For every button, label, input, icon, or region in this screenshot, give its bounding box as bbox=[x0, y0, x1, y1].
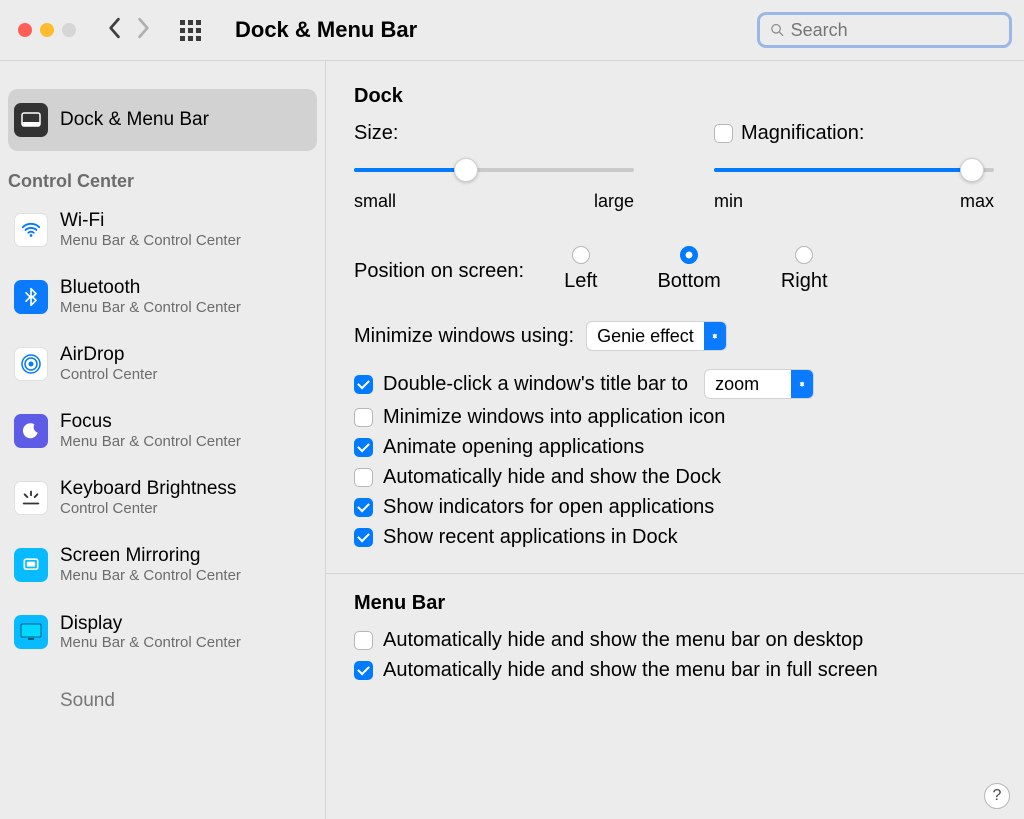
auto-hide-dock-checkbox[interactable] bbox=[354, 468, 373, 487]
all-preferences-grid-button[interactable] bbox=[180, 20, 201, 41]
sidebar-item-keyboard-brightness[interactable]: Keyboard BrightnessControl Center bbox=[0, 464, 325, 531]
sidebar-item-label: Sound bbox=[60, 690, 115, 712]
auto-hide-menubar-desktop-label: Automatically hide and show the menu bar… bbox=[383, 629, 863, 652]
minimize-effect-select[interactable]: Genie effect ▲▼ bbox=[586, 321, 727, 351]
doubleclick-action-select[interactable]: zoom ▲▼ bbox=[704, 369, 814, 399]
doubleclick-label: Double-click a window's title bar to bbox=[383, 373, 688, 396]
position-label: Position on screen: bbox=[354, 246, 524, 283]
airdrop-icon bbox=[14, 347, 48, 381]
size-slider[interactable] bbox=[354, 159, 634, 181]
sidebar-item-airdrop[interactable]: AirDropControl Center bbox=[0, 330, 325, 397]
search-field[interactable] bbox=[757, 12, 1012, 48]
sidebar-item-label: Focus bbox=[60, 411, 241, 433]
minimize-window-button[interactable] bbox=[40, 23, 54, 37]
animate-opening-label: Animate opening applications bbox=[383, 436, 644, 459]
size-max-label: large bbox=[594, 191, 634, 212]
select-arrows-icon: ▲▼ bbox=[791, 370, 813, 398]
magnification-slider[interactable] bbox=[714, 159, 994, 181]
back-button[interactable] bbox=[104, 15, 124, 46]
sidebar-item-dock-menubar[interactable]: Dock & Menu Bar bbox=[8, 89, 317, 151]
sidebar-item-display[interactable]: DisplayMenu Bar & Control Center bbox=[0, 599, 325, 666]
auto-hide-menubar-fullscreen-checkbox[interactable] bbox=[354, 661, 373, 680]
sidebar-item-sublabel: Menu Bar & Control Center bbox=[60, 634, 241, 651]
window-controls bbox=[18, 23, 76, 37]
auto-hide-menubar-desktop-checkbox[interactable] bbox=[354, 631, 373, 650]
keyboard-brightness-icon bbox=[14, 481, 48, 515]
forward-button[interactable] bbox=[134, 15, 154, 46]
sidebar-item-label: Display bbox=[60, 613, 241, 635]
doubleclick-checkbox[interactable] bbox=[354, 375, 373, 394]
size-min-label: small bbox=[354, 191, 396, 212]
sidebar-item-sublabel: Control Center bbox=[60, 500, 236, 517]
search-icon bbox=[770, 22, 785, 38]
position-right-radio[interactable] bbox=[795, 246, 813, 264]
size-label: Size: bbox=[354, 122, 634, 145]
sidebar-item-label: Wi-Fi bbox=[60, 210, 241, 232]
auto-hide-menubar-fullscreen-label: Automatically hide and show the menu bar… bbox=[383, 659, 878, 682]
show-recent-label: Show recent applications in Dock bbox=[383, 526, 678, 549]
close-window-button[interactable] bbox=[18, 23, 32, 37]
display-icon bbox=[14, 615, 48, 649]
help-button[interactable]: ? bbox=[984, 783, 1010, 809]
position-left-label: Left bbox=[564, 270, 597, 293]
chevron-right-icon bbox=[137, 17, 151, 39]
focus-icon bbox=[14, 414, 48, 448]
position-left-radio[interactable] bbox=[572, 246, 590, 264]
window-title: Dock & Menu Bar bbox=[235, 17, 417, 43]
show-recent-checkbox[interactable] bbox=[354, 528, 373, 547]
sidebar-section-header: Control Center bbox=[0, 151, 325, 196]
show-indicators-label: Show indicators for open applications bbox=[383, 496, 714, 519]
minimize-effect-value: Genie effect bbox=[597, 326, 694, 347]
position-bottom-radio[interactable] bbox=[680, 246, 698, 264]
sidebar-item-sublabel: Control Center bbox=[60, 366, 158, 383]
sidebar-item-screen-mirroring[interactable]: Screen MirroringMenu Bar & Control Cente… bbox=[0, 531, 325, 598]
help-label: ? bbox=[993, 787, 1002, 805]
wifi-icon bbox=[14, 213, 48, 247]
sidebar-item-label: Dock & Menu Bar bbox=[60, 109, 209, 131]
mag-max-label: max bbox=[960, 191, 994, 212]
menubar-section-title: Menu Bar bbox=[354, 592, 994, 615]
screen-mirroring-icon bbox=[14, 548, 48, 582]
sidebar-item-wifi[interactable]: Wi-FiMenu Bar & Control Center bbox=[0, 196, 325, 263]
show-indicators-checkbox[interactable] bbox=[354, 498, 373, 517]
select-arrows-icon: ▲▼ bbox=[704, 322, 726, 350]
bluetooth-icon bbox=[14, 280, 48, 314]
window-toolbar: Dock & Menu Bar bbox=[0, 0, 1024, 61]
content-pane: Dock Size: small large bbox=[326, 61, 1024, 689]
doubleclick-action-value: zoom bbox=[715, 374, 781, 395]
chevron-left-icon bbox=[107, 17, 121, 39]
position-bottom-label: Bottom bbox=[657, 270, 720, 293]
minimize-into-icon-checkbox[interactable] bbox=[354, 408, 373, 427]
position-right-label: Right bbox=[781, 270, 828, 293]
minimize-into-icon-label: Minimize windows into application icon bbox=[383, 406, 725, 429]
fullscreen-window-button[interactable] bbox=[62, 23, 76, 37]
sidebar-item-label: Keyboard Brightness bbox=[60, 478, 236, 500]
dock-section-title: Dock bbox=[354, 85, 994, 108]
sidebar-item-bluetooth[interactable]: BluetoothMenu Bar & Control Center bbox=[0, 263, 325, 330]
sidebar: Dock & Menu Bar Control Center Wi-FiMenu… bbox=[0, 61, 326, 819]
animate-opening-checkbox[interactable] bbox=[354, 438, 373, 457]
sidebar-item-sublabel: Menu Bar & Control Center bbox=[60, 299, 241, 316]
dock-menubar-icon bbox=[14, 103, 48, 137]
magnification-checkbox[interactable] bbox=[714, 124, 733, 143]
search-input[interactable] bbox=[791, 20, 999, 41]
mag-min-label: min bbox=[714, 191, 743, 212]
sidebar-item-label: Screen Mirroring bbox=[60, 545, 241, 567]
sidebar-item-sound[interactable]: Sound bbox=[0, 666, 325, 732]
sidebar-item-label: AirDrop bbox=[60, 344, 158, 366]
sidebar-item-sublabel: Menu Bar & Control Center bbox=[60, 433, 241, 450]
sidebar-item-sublabel: Menu Bar & Control Center bbox=[60, 232, 241, 249]
sidebar-item-sublabel: Menu Bar & Control Center bbox=[60, 567, 241, 584]
magnification-label: Magnification: bbox=[741, 122, 864, 145]
auto-hide-dock-label: Automatically hide and show the Dock bbox=[383, 466, 721, 489]
sidebar-item-label: Bluetooth bbox=[60, 277, 241, 299]
sidebar-item-focus[interactable]: FocusMenu Bar & Control Center bbox=[0, 397, 325, 464]
minimize-using-label: Minimize windows using: bbox=[354, 325, 574, 348]
